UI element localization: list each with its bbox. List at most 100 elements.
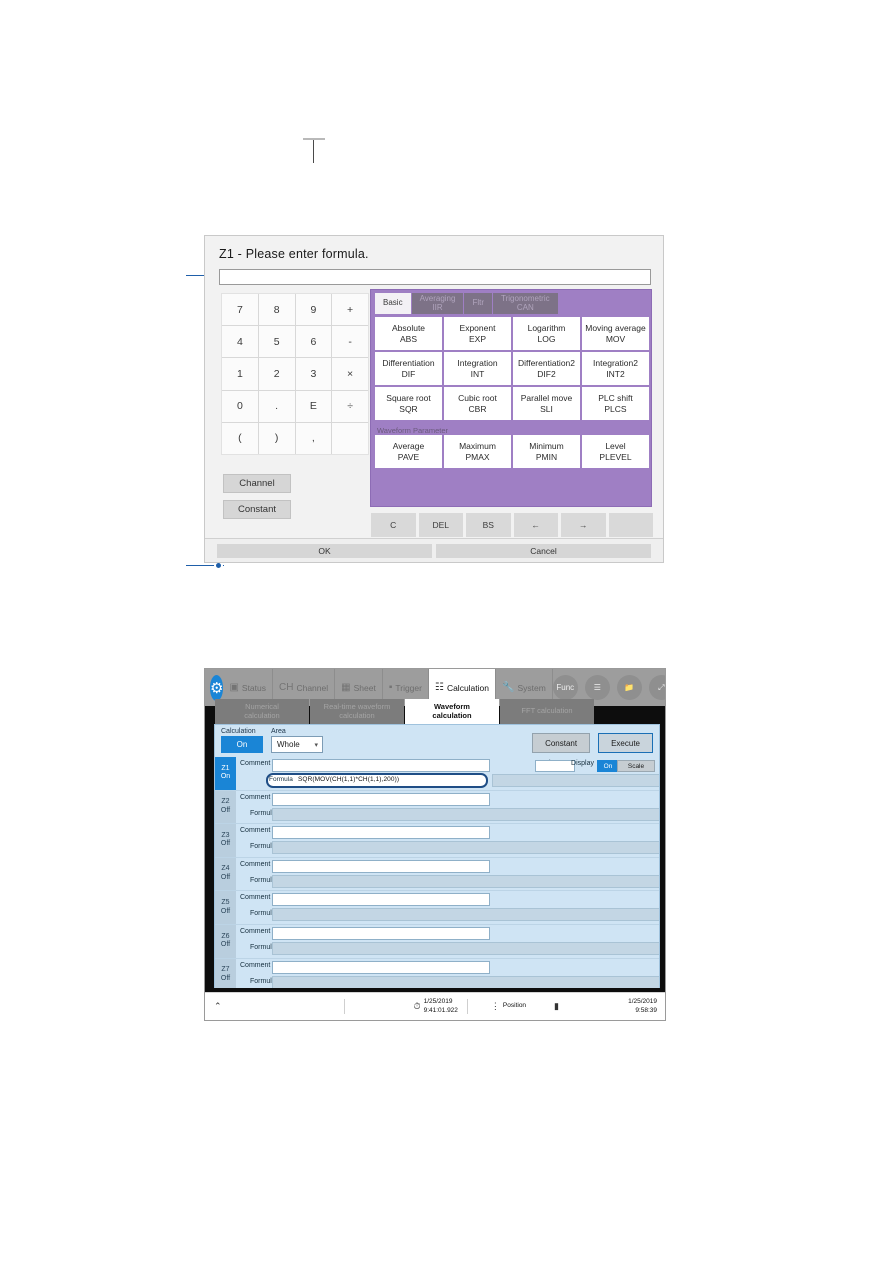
waveform-parameter-label: Waveform Parameter	[377, 426, 448, 435]
z4-comment-input[interactable]	[272, 859, 490, 873]
expand-arrow-icon[interactable]: ⤢	[648, 675, 665, 700]
z-row-tag-z7[interactable]: Z7 Off	[215, 958, 236, 991]
table-row: Z1 On Comment Units Display On Scale For…	[215, 757, 659, 791]
z3-id: Z3	[221, 831, 230, 839]
key-e[interactable]: E	[295, 390, 332, 422]
execute-button[interactable]: Execute	[598, 733, 653, 753]
z3-comment-input[interactable]	[272, 826, 490, 840]
fn-differentiation[interactable]: Differentiation DIF	[375, 352, 442, 385]
area-select[interactable]: Whole	[271, 736, 323, 753]
key-comma[interactable]: ,	[295, 422, 332, 454]
fn-differentiation2[interactable]: Differentiation2 DIF2	[513, 352, 580, 385]
z1-comment-input[interactable]	[272, 759, 490, 772]
fn-minimum[interactable]: Minimum PMIN	[513, 435, 580, 468]
position-group[interactable]: ⋮ Position	[482, 993, 535, 1020]
z2-formula-input[interactable]	[272, 807, 659, 821]
key-minus[interactable]: -	[332, 326, 368, 358]
fn-cubic-root[interactable]: Cubic root CBR	[444, 387, 511, 420]
fn-exponent[interactable]: Exponent EXP	[444, 317, 511, 350]
edit-blank-button	[608, 513, 653, 537]
z-row-tag-z4[interactable]: Z4 Off	[215, 857, 236, 891]
z1-formula-value: SQR(MOV(CH(1,1)*CH(1,1),200))	[298, 776, 400, 783]
key-6[interactable]: 6	[295, 326, 332, 358]
key-3[interactable]: 3	[295, 358, 332, 390]
calculation-control-bar: Calculation On Area Whole Constant Execu…	[215, 725, 659, 757]
calculation-toggle[interactable]: On	[221, 736, 263, 753]
z4-id: Z4	[221, 865, 230, 873]
key-multiply[interactable]: ×	[332, 358, 368, 390]
channel-button[interactable]: Channel	[223, 474, 291, 493]
key-paren-open[interactable]: (	[222, 422, 258, 454]
subtab-realtime-waveform-calculation[interactable]: Real-time waveform calculation	[310, 699, 404, 724]
key-2[interactable]: 2	[258, 358, 295, 390]
cancel-button[interactable]: Cancel	[436, 543, 651, 558]
constant-button-device[interactable]: Constant	[532, 733, 591, 753]
key-paren-close[interactable]: )	[258, 422, 295, 454]
device-subtab-bar: Numerical calculation Real-time waveform…	[215, 699, 594, 724]
z1-display-toggle[interactable]: On	[597, 760, 619, 772]
z6-formula-input[interactable]	[272, 941, 659, 955]
top-callout-cap	[303, 138, 325, 140]
fn-integration2[interactable]: Integration2 INT2	[582, 352, 649, 385]
fn-maximum[interactable]: Maximum PMAX	[444, 435, 511, 468]
fn-plc-shift[interactable]: PLC shift PLCS	[582, 387, 649, 420]
ok-button[interactable]: OK	[217, 543, 432, 558]
z-row-tag-z6[interactable]: Z6 Off	[215, 924, 236, 958]
z4-formula-input[interactable]	[272, 874, 659, 888]
delete-button[interactable]: DEL	[418, 513, 463, 537]
tab-basic[interactable]: Basic	[375, 293, 411, 314]
key-9[interactable]: 9	[295, 294, 332, 326]
z1-units-input[interactable]	[535, 760, 575, 772]
key-plus[interactable]: +	[332, 294, 368, 326]
fn-logarithm[interactable]: Logarithm LOG	[513, 317, 580, 350]
z-row-tag-z3[interactable]: Z3 Off	[215, 824, 236, 857]
trigger-date: 1/25/2019	[423, 998, 453, 1006]
fn-average[interactable]: Average PAVE	[375, 435, 442, 468]
z5-comment-input[interactable]	[272, 893, 490, 907]
z3-formula-input[interactable]	[272, 841, 659, 855]
tab-averaging-iir[interactable]: Averaging IIR	[411, 293, 464, 314]
list-icon[interactable]: ☰	[584, 675, 610, 700]
tab-trigonometric-can[interactable]: Trigonometric CAN	[493, 293, 558, 314]
subtab-numerical-calculation[interactable]: Numerical calculation	[215, 699, 309, 724]
z2-comment-label: Comment	[240, 793, 271, 801]
key-0[interactable]: 0	[222, 390, 258, 422]
fn-moving-average[interactable]: Moving average MOV	[582, 317, 649, 350]
folder-icon[interactable]: 📁	[616, 675, 642, 700]
z7-formula-input[interactable]	[272, 975, 659, 989]
collapse-control[interactable]: ⌃	[205, 993, 234, 1020]
constant-button[interactable]: Constant	[223, 500, 291, 519]
key-8[interactable]: 8	[258, 294, 295, 326]
z-row-tag-z5[interactable]: Z5 Off	[215, 891, 236, 924]
cursor-left-button[interactable]: ←	[513, 513, 558, 537]
z6-comment-input[interactable]	[272, 926, 490, 940]
media-group[interactable]: ▮	[545, 993, 571, 1020]
subtab-fft-calculation[interactable]: FFT calculation	[500, 699, 594, 724]
key-1[interactable]: 1	[222, 358, 258, 390]
tab-filter[interactable]: Fltr	[464, 293, 493, 314]
fn-absolute[interactable]: Absolute ABS	[375, 317, 442, 350]
backspace-button[interactable]: BS	[466, 513, 511, 537]
fn-maximum-name: Maximum	[459, 440, 496, 451]
fn-level[interactable]: Level PLEVEL	[582, 435, 649, 468]
key-7[interactable]: 7	[222, 294, 258, 326]
key-5[interactable]: 5	[258, 326, 295, 358]
z1-scale-button[interactable]: Scale	[617, 760, 655, 772]
fn-integration[interactable]: Integration INT	[444, 352, 511, 385]
func-button[interactable]: Func	[552, 675, 578, 700]
key-4[interactable]: 4	[222, 326, 258, 358]
key-divide[interactable]: ÷	[332, 390, 368, 422]
z5-formula-input[interactable]	[272, 908, 659, 922]
subtab-waveform-calculation[interactable]: Waveform calculation	[405, 699, 499, 724]
z-row-tag-z1[interactable]: Z1 On	[215, 757, 236, 790]
gear-icon[interactable]: ⚙	[210, 674, 224, 701]
clear-button[interactable]: C	[371, 513, 416, 537]
key-decimal[interactable]: .	[258, 390, 295, 422]
cursor-right-button[interactable]: →	[561, 513, 606, 537]
z7-comment-input[interactable]	[272, 960, 490, 974]
formula-input[interactable]	[219, 269, 651, 285]
z-row-tag-z2[interactable]: Z2 Off	[215, 790, 236, 824]
fn-square-root[interactable]: Square root SQR	[375, 387, 442, 420]
z2-comment-input[interactable]	[272, 792, 490, 806]
fn-parallel-move[interactable]: Parallel move SLI	[513, 387, 580, 420]
